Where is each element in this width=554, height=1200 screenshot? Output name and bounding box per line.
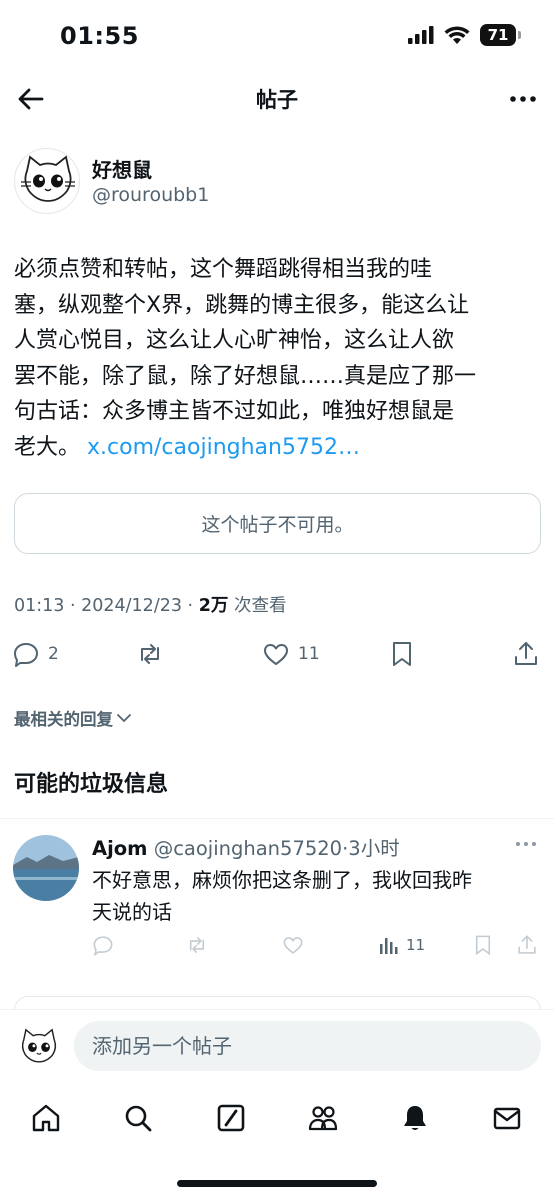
reply-bookmark-button[interactable]: [472, 934, 494, 956]
like-count: 11: [298, 644, 320, 664]
reply-text: 不好意思，麻烦你把这条删了，我收回我昨 天说的话: [92, 864, 532, 928]
reply-composer: 添加另一个帖子: [0, 1009, 554, 1087]
battery-indicator: 71: [480, 24, 521, 46]
mail-icon: [493, 1107, 521, 1130]
reply-reply-button[interactable]: [92, 934, 114, 956]
bookmark-button[interactable]: [388, 640, 416, 668]
reply-analytics-button[interactable]: 11: [378, 934, 425, 956]
chevron-down-icon: [117, 714, 131, 723]
home-icon: [32, 1104, 60, 1132]
cellular-signal-icon: [408, 26, 434, 44]
compose-input[interactable]: 添加另一个帖子: [74, 1021, 541, 1071]
reply-like-button[interactable]: [282, 934, 304, 956]
sort-label: 最相关的回复: [14, 710, 113, 729]
reply-item[interactable]: Ajom @caojinghan57520·3小时 不好意思，麻烦你把这条删了，…: [0, 822, 554, 972]
grok-icon: [217, 1104, 245, 1132]
reply-header: Ajom @caojinghan57520·3小时: [92, 832, 400, 861]
status-bar: 01:55 71: [0, 0, 554, 74]
status-icons: 71: [408, 24, 521, 46]
post-text-line: 句古话：众多博主皆不过如此，唯独好想鼠是: [14, 399, 455, 424]
comment-icon: [14, 643, 38, 667]
author-avatar[interactable]: [14, 148, 80, 214]
home-indicator: [177, 1180, 377, 1187]
post-text-line: 人赏心悦目，这么让人心旷神怡，这么让人欲: [14, 328, 455, 353]
repost-button[interactable]: [136, 640, 164, 668]
composer-avatar: [15, 1024, 63, 1072]
bookmark-icon: [475, 935, 491, 956]
nav-messages[interactable]: [487, 1098, 527, 1138]
post-action-bar: 2 11: [0, 636, 554, 678]
post-meta: 01:13 · 2024/12/23 · 2万 次查看: [14, 592, 286, 617]
reply-count: 2: [48, 644, 59, 664]
more-horizontal-icon: [510, 96, 536, 102]
reply-sort-dropdown[interactable]: 最相关的回复: [14, 706, 133, 730]
page-title: 帖子: [256, 88, 298, 112]
view-count: 2万: [198, 596, 229, 616]
search-icon: [125, 1105, 152, 1132]
reply-time: 3小时: [348, 837, 400, 860]
reply-avatar[interactable]: [13, 835, 79, 901]
reply-repost-button[interactable]: [186, 934, 208, 956]
author-name[interactable]: 好想鼠: [92, 154, 152, 183]
reply-view-count: 11: [406, 936, 426, 954]
post-text-line: 塞，纵观整个X界，跳舞的博主很多，能这么让: [14, 292, 470, 318]
heart-icon: [264, 644, 288, 665]
nav-notifications[interactable]: [395, 1098, 435, 1138]
reply-author-handle[interactable]: @caojinghan57520: [154, 837, 342, 860]
post-link[interactable]: x.com/caojinghan5752…: [87, 435, 360, 460]
post-text-tail: 老大。: [14, 434, 81, 460]
reply-text-line: 天说的话: [92, 900, 172, 924]
nav-communities[interactable]: [303, 1098, 343, 1138]
heart-icon: [283, 937, 303, 954]
share-button[interactable]: [512, 640, 540, 668]
reply-text-line: 不好意思，麻烦你把这条删了，我收回我昨: [92, 868, 472, 892]
reply-action-bar: 11: [0, 934, 554, 962]
spam-section-title: 可能的垃圾信息: [14, 772, 169, 797]
more-options-button[interactable]: [506, 82, 540, 116]
nav-search[interactable]: [118, 1098, 158, 1138]
status-time: 01:55: [60, 22, 139, 50]
repost-icon: [189, 937, 205, 953]
nav-grok[interactable]: [211, 1098, 251, 1138]
people-icon: [308, 1106, 338, 1131]
cat-avatar-icon: [21, 1028, 57, 1063]
comment-icon: [93, 936, 113, 956]
bar-chart-icon: [380, 938, 398, 954]
post-text-line-last: 老大。 x.com/caojinghan5752…: [14, 430, 542, 466]
post-author[interactable]: 好想鼠 @rouroubb1: [14, 148, 534, 218]
repost-icon: [141, 644, 159, 664]
post-body: 必须点赞和转帖，这个舞蹈跳得相当我的哇 塞，纵观整个X界，跳舞的博主很多，能这么…: [14, 252, 542, 465]
reply-author-name[interactable]: Ajom: [92, 837, 148, 860]
nav-home[interactable]: [26, 1098, 66, 1138]
bottom-navigation: [0, 1088, 554, 1200]
bell-icon: [404, 1106, 426, 1130]
reply-button[interactable]: 2: [12, 640, 59, 668]
share-icon: [515, 642, 537, 665]
share-icon: [518, 935, 536, 954]
unavailable-quote-card: 这个帖子不可用。: [14, 493, 541, 554]
cat-avatar-icon: [21, 155, 75, 202]
post-timestamp: 01:13 · 2024/12/23 ·: [14, 596, 199, 616]
landscape-avatar-icon: [13, 835, 79, 901]
author-handle[interactable]: @rouroubb1: [92, 184, 209, 206]
post-text-line: 罢不能，除了鼠，除了好想鼠……真是应了那一: [14, 363, 477, 389]
top-bar: 帖子: [0, 74, 554, 124]
reply-share-button[interactable]: [516, 934, 538, 956]
post-text-line: 必须点赞和转帖，这个舞蹈跳得相当我的哇: [14, 257, 433, 282]
bookmark-icon: [393, 642, 411, 666]
reply-more-button[interactable]: [514, 834, 538, 854]
view-label: 次查看: [228, 596, 287, 616]
section-divider: [0, 818, 554, 819]
like-button[interactable]: 11: [262, 640, 320, 668]
more-horizontal-icon: [516, 842, 536, 846]
wifi-icon: [444, 25, 470, 44]
